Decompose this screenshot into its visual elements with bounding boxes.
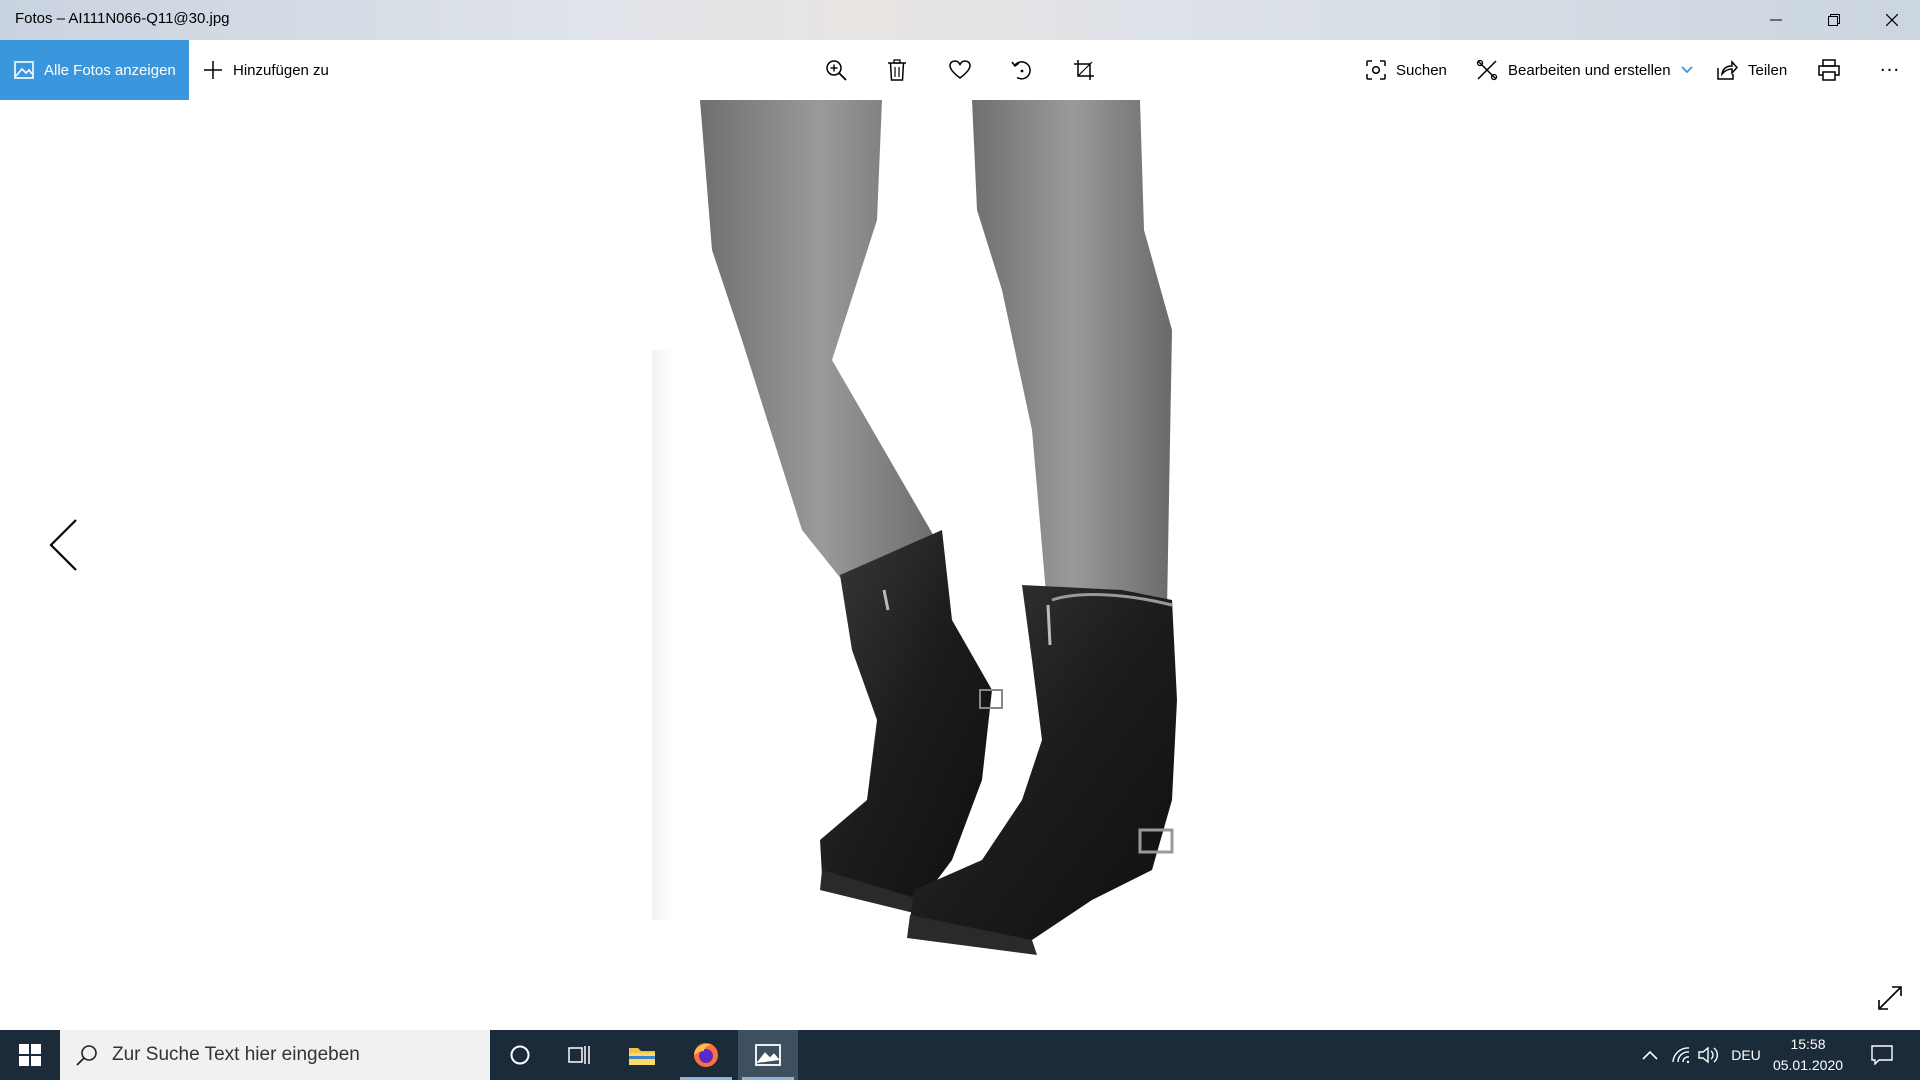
minimize-icon bbox=[1770, 19, 1782, 21]
wifi-icon bbox=[1672, 1047, 1690, 1064]
heart-icon bbox=[949, 60, 971, 79]
start-button[interactable] bbox=[0, 1030, 60, 1080]
app-toolbar: Alle Fotos anzeigen Hinzufügen zu Suchen… bbox=[0, 40, 1920, 100]
action-center-button[interactable] bbox=[1862, 1030, 1902, 1080]
share-label: Teilen bbox=[1748, 61, 1788, 79]
plus-icon bbox=[204, 61, 222, 79]
all-photos-label: Alle Fotos anzeigen bbox=[44, 61, 176, 79]
search-button[interactable]: Suchen bbox=[1366, 40, 1447, 100]
minimize-button[interactable] bbox=[1748, 0, 1804, 40]
crop-icon bbox=[1074, 60, 1094, 80]
photo-viewer bbox=[0, 100, 1920, 1030]
title-bar: Fotos – AI111N066-Q11@30.jpg bbox=[0, 0, 1920, 40]
delete-button[interactable] bbox=[877, 40, 917, 100]
edit-create-button[interactable]: Bearbeiten und erstellen bbox=[1476, 40, 1693, 100]
task-view-button[interactable] bbox=[550, 1030, 610, 1080]
language-indicator[interactable]: DEU bbox=[1726, 1030, 1766, 1080]
share-button[interactable]: Teilen bbox=[1716, 40, 1787, 100]
taskbar-search-box[interactable]: Zur Suche Text hier eingeben bbox=[60, 1030, 490, 1080]
cortana-icon bbox=[510, 1045, 530, 1065]
printer-icon bbox=[1818, 59, 1840, 81]
visual-search-icon bbox=[1366, 60, 1386, 80]
show-hidden-icons-button[interactable] bbox=[1638, 1030, 1662, 1080]
clock-time: 15:58 bbox=[1790, 1036, 1826, 1052]
add-to-label: Hinzufügen zu bbox=[233, 61, 329, 79]
favorite-button[interactable] bbox=[940, 40, 980, 100]
all-photos-button[interactable]: Alle Fotos anzeigen bbox=[0, 40, 189, 100]
taskbar: Zur Suche Text hier eingeben DEU 15:58 0… bbox=[0, 1030, 1920, 1080]
cortana-button[interactable] bbox=[490, 1030, 550, 1080]
search-placeholder: Zur Suche Text hier eingeben bbox=[112, 1044, 360, 1065]
search-icon bbox=[76, 1045, 97, 1066]
restore-icon bbox=[1828, 14, 1840, 26]
firefox-icon bbox=[694, 1043, 718, 1067]
trash-icon bbox=[888, 59, 906, 81]
chevron-down-icon bbox=[1680, 66, 1693, 74]
boots-photo bbox=[652, 100, 1177, 955]
chevron-up-icon bbox=[1642, 1050, 1658, 1060]
windows-icon bbox=[19, 1044, 41, 1066]
notification-icon bbox=[1871, 1045, 1893, 1065]
edit-create-icon bbox=[1476, 59, 1498, 81]
expand-icon bbox=[1878, 986, 1902, 1010]
window-title: Fotos – AI111N066-Q11@30.jpg bbox=[15, 10, 230, 27]
volume-button[interactable] bbox=[1696, 1030, 1722, 1080]
close-button[interactable] bbox=[1864, 0, 1920, 40]
rotate-button[interactable] bbox=[1002, 40, 1042, 100]
task-view-icon bbox=[568, 1046, 590, 1064]
print-button[interactable] bbox=[1809, 40, 1849, 100]
fullscreen-button[interactable] bbox=[1872, 980, 1908, 1016]
share-icon bbox=[1717, 60, 1738, 80]
firefox-button[interactable] bbox=[676, 1030, 736, 1080]
photo-image bbox=[652, 100, 1262, 990]
add-to-button[interactable]: Hinzufügen zu bbox=[203, 40, 329, 100]
file-explorer-button[interactable] bbox=[612, 1030, 672, 1080]
zoom-in-icon bbox=[826, 60, 847, 81]
close-icon bbox=[1886, 14, 1898, 26]
edit-create-label: Bearbeiten und erstellen bbox=[1508, 61, 1671, 79]
network-button[interactable] bbox=[1668, 1030, 1694, 1080]
chevron-left-icon bbox=[49, 519, 77, 571]
photo-icon bbox=[14, 61, 34, 79]
search-label: Suchen bbox=[1396, 61, 1447, 79]
folder-icon bbox=[629, 1048, 655, 1065]
photos-app-button[interactable] bbox=[738, 1030, 798, 1080]
restore-button[interactable] bbox=[1806, 0, 1862, 40]
rotate-icon bbox=[1011, 61, 1031, 80]
zoom-button[interactable] bbox=[816, 40, 856, 100]
previous-photo-button[interactable] bbox=[40, 510, 86, 580]
language-label: DEU bbox=[1731, 1047, 1761, 1063]
crop-button[interactable] bbox=[1064, 40, 1104, 100]
clock[interactable]: 15:58 05.01.2020 bbox=[1768, 1034, 1848, 1076]
more-options-button[interactable]: ··· bbox=[1870, 40, 1910, 100]
more-options-icon: ··· bbox=[1879, 59, 1901, 81]
clock-date: 05.01.2020 bbox=[1772, 1057, 1844, 1073]
speaker-icon bbox=[1698, 1046, 1718, 1064]
photos-icon bbox=[755, 1044, 781, 1066]
